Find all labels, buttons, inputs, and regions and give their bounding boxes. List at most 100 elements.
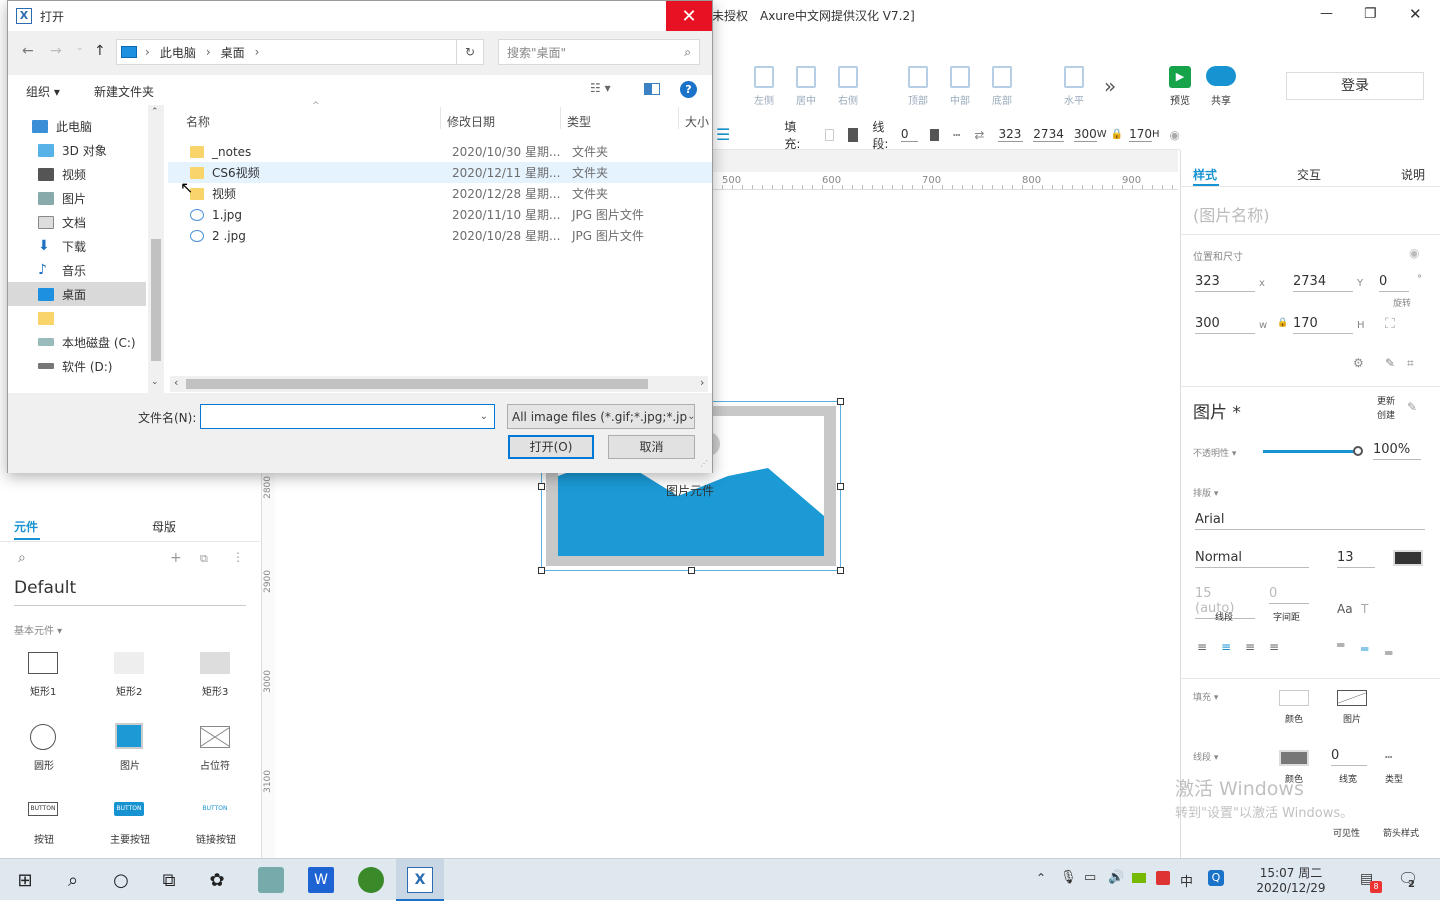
h-input[interactable]: 170 xyxy=(1129,127,1152,142)
widget-name-input[interactable]: (图片名称) xyxy=(1193,202,1270,226)
rotation-field[interactable]: 0 xyxy=(1379,274,1409,292)
fit-icon[interactable]: ⛶ xyxy=(1385,316,1395,332)
volume-icon[interactable]: 🔊 xyxy=(1108,870,1124,885)
rect1-widget-icon[interactable] xyxy=(28,652,58,674)
primary-button-widget-icon[interactable]: BUTTON xyxy=(114,802,144,816)
nav-item-drive-c[interactable]: 本地磁盘 (C:) xyxy=(8,330,148,354)
stroke-color-swatch[interactable] xyxy=(1279,750,1309,766)
login-button[interactable]: 登录 xyxy=(1286,72,1424,100)
lock-icon[interactable]: 🔒 xyxy=(1277,318,1288,328)
file-type-select[interactable]: All image files (*.gif;*.jpg;*.jp ⌄ xyxy=(507,404,695,429)
nav-scrollbar[interactable]: ⌃ ⌄ xyxy=(148,105,164,393)
forward-arrow-icon[interactable]: → xyxy=(50,43,62,59)
lock-icon[interactable]: 🔒 xyxy=(1111,129,1123,140)
more-tools-icon[interactable]: » xyxy=(1104,74,1116,98)
maximize-button[interactable]: ❐ xyxy=(1364,6,1377,22)
settings-sliders-icon[interactable]: ⚙ xyxy=(1353,356,1364,370)
w-input[interactable]: 300 xyxy=(1073,127,1097,142)
stroke-width-input[interactable]: 0 xyxy=(900,127,919,142)
distribute-horizontal-button[interactable]: 水平 xyxy=(1054,66,1094,107)
help-icon[interactable]: ? xyxy=(680,81,697,98)
x-input[interactable]: 323 xyxy=(998,127,1024,142)
image-widget-icon[interactable] xyxy=(115,723,143,749)
file-row[interactable]: 视频 2020/12/28 星期... 文件夹 xyxy=(168,183,712,204)
resize-handle[interactable] xyxy=(688,567,695,574)
scroll-left-icon[interactable]: ‹ xyxy=(174,376,178,389)
stroke-width-field[interactable]: 0 xyxy=(1331,748,1367,766)
library-menu-icon[interactable]: ⧉ xyxy=(200,552,208,566)
column-date[interactable]: 修改日期 xyxy=(447,113,495,130)
tab-interaction[interactable]: 交互 xyxy=(1297,166,1321,183)
pinwheel-app-icon[interactable]: ✿ xyxy=(204,867,230,893)
group-header[interactable]: 基本元件 ▾ xyxy=(14,622,62,637)
resize-handle[interactable] xyxy=(538,483,545,490)
recent-locations-icon[interactable]: ⌄ xyxy=(76,43,84,53)
nav-item-downloads[interactable]: ⬇ 下载 xyxy=(8,234,148,258)
cortana-icon[interactable]: ○ xyxy=(108,867,134,893)
windows-start-icon[interactable]: ⊞ xyxy=(12,867,38,893)
column-size[interactable]: 大小 xyxy=(685,113,709,130)
more-icon[interactable]: ⋮ xyxy=(232,550,244,564)
melon-app-icon[interactable] xyxy=(358,867,384,893)
fill-image-swatch[interactable] xyxy=(1337,690,1367,706)
horizontal-scrollbar[interactable]: ‹ › xyxy=(170,376,708,392)
align-center-button[interactable]: 居中 xyxy=(786,66,826,107)
tab-notes[interactable]: 说明 xyxy=(1401,166,1425,183)
valign-top-icon[interactable]: ═ xyxy=(1337,638,1344,652)
nav-item-pictures[interactable]: 图片 xyxy=(8,186,148,210)
resize-handle[interactable] xyxy=(837,398,844,405)
file-row[interactable]: 1.jpg 2020/11/10 星期... JPG 图片文件 xyxy=(168,204,712,225)
arrow-style-icon[interactable]: ⇄ xyxy=(974,128,984,142)
wps-app-icon[interactable]: W xyxy=(308,867,334,893)
stroke-pattern-icon[interactable]: ┅ xyxy=(953,128,960,142)
fill-color-picker[interactable] xyxy=(824,128,835,141)
scroll-right-icon[interactable]: › xyxy=(700,376,704,389)
back-arrow-icon[interactable]: ← xyxy=(22,43,34,59)
rect3-widget-icon[interactable] xyxy=(200,652,230,674)
tab-masters[interactable]: 母版 xyxy=(152,518,176,535)
tab-style[interactable]: 样式 xyxy=(1193,166,1217,183)
dialog-close-button[interactable]: ✕ xyxy=(666,1,712,31)
valign-middle-icon[interactable]: ═ xyxy=(1361,642,1368,656)
nav-item-this-pc[interactable]: 此电脑 xyxy=(8,114,148,138)
microphone-icon[interactable]: 🎙 xyxy=(1060,870,1077,885)
opacity-slider[interactable] xyxy=(1263,450,1359,453)
search-icon[interactable]: ⌕ xyxy=(60,867,86,893)
new-folder-button[interactable]: 新建文件夹 xyxy=(94,83,154,100)
align-right-button[interactable]: 右侧 xyxy=(828,66,868,107)
file-row[interactable]: CS6视频 2020/12/11 星期... 文件夹 xyxy=(168,162,712,183)
file-row[interactable]: _notes 2020/10/30 星期... 文件夹 xyxy=(168,141,712,162)
y-input[interactable]: 2734 xyxy=(1033,127,1064,142)
cancel-button[interactable]: 取消 xyxy=(608,435,695,459)
resize-handle[interactable] xyxy=(837,483,844,490)
resize-grip-icon[interactable]: ⋰ xyxy=(700,459,708,468)
edit-icon[interactable]: ✎ xyxy=(1385,356,1395,370)
search-icon[interactable]: ⌕ xyxy=(18,550,26,566)
stroke-color-picker[interactable] xyxy=(930,128,940,141)
security-icon[interactable] xyxy=(1156,871,1170,885)
align-center-icon[interactable]: ≡ xyxy=(1221,640,1231,654)
text-shadow-icon[interactable]: T xyxy=(1361,602,1368,616)
justify-icon[interactable]: ≡ xyxy=(1269,640,1279,654)
align-right-icon[interactable]: ≡ xyxy=(1245,640,1255,654)
font-size-field[interactable]: 13 xyxy=(1337,550,1375,568)
file-row[interactable]: 2 .jpg 2020/10/28 星期... JPG 图片文件 xyxy=(168,225,712,246)
refresh-icon[interactable]: ↻ xyxy=(456,39,484,65)
font-weight-select[interactable]: Normal xyxy=(1195,550,1309,568)
tray-expand-icon[interactable]: ⌃ xyxy=(1036,871,1046,885)
rect2-widget-icon[interactable] xyxy=(114,652,144,674)
nav-item-documents[interactable]: 文档 xyxy=(8,210,148,234)
align-text-icon[interactable]: ☰ xyxy=(716,125,730,144)
fill-dark-swatch[interactable] xyxy=(848,127,859,142)
nav-item-drive-d[interactable]: 软件 (D:) xyxy=(8,354,148,378)
y-field[interactable]: 2734 xyxy=(1293,274,1353,292)
column-type[interactable]: 类型 xyxy=(567,113,591,130)
breadcrumb-pc[interactable]: 此电脑 xyxy=(160,44,196,61)
button-widget-icon[interactable]: BUTTON xyxy=(28,802,58,816)
address-bar[interactable]: › 此电脑 › 桌面 › ⌄ xyxy=(116,39,484,65)
align-top-button[interactable]: 顶部 xyxy=(898,66,938,107)
align-left-button[interactable]: 左侧 xyxy=(744,66,784,107)
opacity-slider-thumb[interactable] xyxy=(1353,446,1363,456)
circle-widget-icon[interactable] xyxy=(30,724,56,750)
h-scroll-thumb[interactable] xyxy=(186,379,648,389)
